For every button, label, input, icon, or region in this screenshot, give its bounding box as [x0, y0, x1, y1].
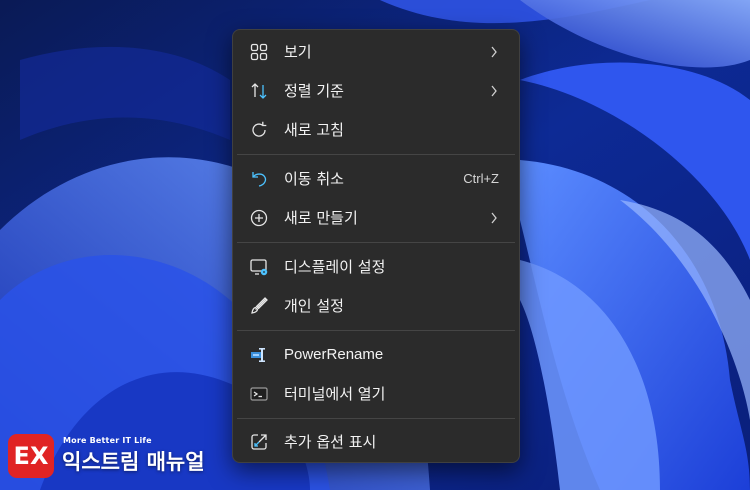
sort-arrows-icon — [249, 81, 269, 101]
menu-item-refresh[interactable]: 새로 고침 — [233, 111, 519, 149]
chevron-right-icon — [489, 43, 499, 61]
view-grid-icon — [249, 42, 269, 62]
chevron-right-icon — [489, 82, 499, 100]
watermark-logo-text: EX — [13, 442, 49, 470]
menu-item-undo-move[interactable]: 이동 취소 Ctrl+Z — [233, 160, 519, 198]
menu-item-show-more-options[interactable]: 추가 옵션 표시 — [233, 423, 519, 461]
undo-icon — [249, 169, 269, 189]
menu-item-open-in-terminal-label: 터미널에서 열기 — [284, 385, 386, 403]
menu-item-personalize[interactable]: 개인 설정 — [233, 287, 519, 325]
menu-item-refresh-label: 새로 고침 — [284, 121, 344, 139]
show-more-options-icon — [249, 432, 269, 452]
personalize-brush-icon — [249, 296, 269, 316]
menu-item-new-label: 새로 만들기 — [284, 209, 358, 227]
display-settings-icon — [249, 257, 269, 277]
chevron-right-icon — [489, 209, 499, 227]
watermark-logo: EX — [8, 434, 54, 478]
menu-separator — [237, 154, 515, 155]
refresh-icon — [249, 120, 269, 140]
menu-item-view-label: 보기 — [284, 43, 312, 61]
menu-item-open-in-terminal[interactable]: 터미널에서 열기 — [233, 375, 519, 413]
watermark-tagline: More Better IT Life — [63, 436, 152, 445]
terminal-icon — [249, 384, 269, 404]
menu-item-sort-by-label: 정렬 기준 — [284, 82, 344, 100]
undo-shortcut: Ctrl+Z — [463, 171, 499, 186]
powerrename-icon — [249, 345, 269, 365]
menu-item-new[interactable]: 새로 만들기 — [233, 199, 519, 237]
new-plus-icon — [249, 208, 269, 228]
menu-separator — [237, 330, 515, 331]
menu-separator — [237, 242, 515, 243]
menu-item-personalize-label: 개인 설정 — [284, 297, 344, 315]
menu-item-view[interactable]: 보기 — [233, 33, 519, 71]
menu-item-show-more-options-label: 추가 옵션 표시 — [284, 433, 377, 451]
menu-separator — [237, 418, 515, 419]
menu-item-powerrename[interactable]: PowerRename — [233, 336, 519, 374]
menu-item-display-settings-label: 디스플레이 설정 — [284, 258, 386, 276]
menu-item-powerrename-label: PowerRename — [284, 346, 384, 363]
menu-item-undo-move-label: 이동 취소 — [284, 170, 344, 188]
menu-item-display-settings[interactable]: 디스플레이 설정 — [233, 248, 519, 286]
desktop-context-menu: 보기 정렬 기준 새로 고침 이동 취소 Ctrl+Z 새로 만들기 디스플레이… — [232, 29, 520, 463]
watermark-name: 익스트림 매뉴얼 — [62, 450, 205, 474]
menu-item-sort-by[interactable]: 정렬 기준 — [233, 72, 519, 110]
watermark: EX More Better IT Life 익스트림 매뉴얼 — [8, 432, 218, 480]
